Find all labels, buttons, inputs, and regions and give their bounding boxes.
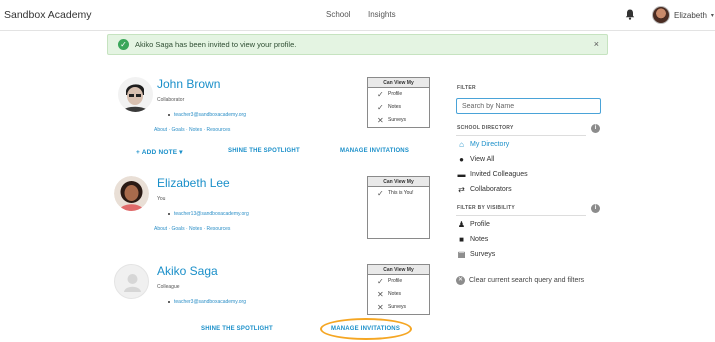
can-view-box: Can View My ✓ Profile ✕ Notes ✕ Surveys xyxy=(367,264,430,315)
user-avatar xyxy=(652,6,670,24)
sidebar-item-notes[interactable]: ■ Notes xyxy=(457,235,488,244)
can-view-label: Profile xyxy=(388,91,403,97)
info-icon[interactable]: i xyxy=(591,124,600,133)
can-view-row: ✓ Profile xyxy=(368,275,429,288)
can-view-label: Surveys xyxy=(388,304,407,310)
sidebar-item-my-directory[interactable]: ⌂ My Directory xyxy=(457,140,509,149)
x-icon: ✕ xyxy=(377,303,384,312)
bell-icon[interactable] xyxy=(625,9,635,20)
sidebar-item-view-all[interactable]: ● View All xyxy=(457,155,494,164)
person-name[interactable]: John Brown xyxy=(157,77,220,91)
bullet xyxy=(168,114,170,116)
can-view-label: Surveys xyxy=(388,117,407,123)
success-alert: ✓ Akiko Saga has been invited to view yo… xyxy=(107,34,608,55)
can-view-row: ✓ Notes xyxy=(368,101,429,114)
person-email[interactable]: teacher13@sandboxacademy.org xyxy=(174,211,249,217)
can-view-row: ✓ Profile xyxy=(368,88,429,101)
school-directory-label: SCHOOL DIRECTORY xyxy=(457,125,514,131)
sidebar-item-label: Notes xyxy=(470,236,489,243)
can-view-label: Notes xyxy=(388,104,402,110)
divider xyxy=(456,135,586,136)
person-links[interactable]: About · Goals · Notes · Resources xyxy=(154,127,230,133)
manage-invitations-button[interactable]: MANAGE INVITATIONS xyxy=(340,148,409,154)
sidebar-item-profile[interactable]: ♟ Profile xyxy=(457,220,490,229)
can-view-row: ✕ Surveys xyxy=(368,301,429,314)
can-view-header: Can View My xyxy=(368,177,429,187)
sidebar-item-label: Profile xyxy=(470,221,490,228)
sidebar-item-label: View All xyxy=(470,156,495,163)
check-icon: ✓ xyxy=(377,189,384,198)
shine-spotlight-button[interactable]: SHINE THE SPOTLIGHT xyxy=(201,326,273,332)
person-email[interactable]: teacher3@sandboxacademy.org xyxy=(174,299,246,305)
ticket-icon: ▬ xyxy=(457,170,466,179)
person-role: Colleague xyxy=(157,284,180,290)
person-links[interactable]: About · Goals · Notes · Resources xyxy=(154,226,230,232)
alert-message: Akiko Saga has been invited to view your… xyxy=(135,40,297,49)
person-icon: ♟ xyxy=(457,220,466,229)
avatar-photo xyxy=(118,77,153,112)
search-input[interactable] xyxy=(456,98,601,114)
folder-icon: ■ xyxy=(459,235,464,244)
globe-icon: ● xyxy=(459,155,464,164)
user-menu[interactable]: Elizabeth ▾ xyxy=(652,6,714,24)
can-view-row: ✕ Surveys xyxy=(368,114,429,127)
can-view-row: ✓ This is You! xyxy=(368,187,429,200)
sidebar-item-label: My Directory xyxy=(470,141,510,148)
top-navbar: Sandbox Academy School Insights Elizabet… xyxy=(0,0,715,31)
sidebar-item-surveys[interactable]: ▤ Surveys xyxy=(457,250,496,259)
divider xyxy=(456,215,586,216)
avatar[interactable] xyxy=(114,176,149,211)
can-view-box: Can View My ✓ This is You! xyxy=(367,176,430,239)
sidebar-item-collaborators[interactable]: ⇄ Collaborators xyxy=(457,185,512,194)
can-view-row: ✕ Notes xyxy=(368,288,429,301)
map-icon: ▤ xyxy=(457,250,466,259)
sidebar-item-label: Collaborators xyxy=(470,186,512,193)
chevron-down-icon: ▾ xyxy=(710,12,714,19)
shine-spotlight-button[interactable]: SHINE THE SPOTLIGHT xyxy=(228,148,300,154)
clear-filters-label: Clear current search query and filters xyxy=(469,277,585,284)
nav-school[interactable]: School xyxy=(326,10,350,19)
visibility-label: FILTER BY VISIBILITY xyxy=(457,205,516,211)
can-view-label: This is You! xyxy=(388,190,414,196)
x-icon: ✕ xyxy=(377,290,384,299)
manage-invitations-button[interactable]: MANAGE INVITATIONS xyxy=(331,326,400,332)
avatar-photo xyxy=(114,176,149,211)
check-circle-icon: ✓ xyxy=(118,39,129,50)
home-icon: ⌂ xyxy=(459,140,464,149)
person-placeholder-icon xyxy=(124,274,141,292)
clear-filters-button[interactable]: ✕ Clear current search query and filters xyxy=(456,276,584,285)
can-view-header: Can View My xyxy=(368,78,429,88)
user-name: Elizabeth xyxy=(674,10,707,20)
add-note-button[interactable]: + ADD NOTE ▾ xyxy=(136,148,183,156)
x-icon: ✕ xyxy=(377,116,384,125)
sidebar-item-label: Surveys xyxy=(470,251,496,258)
person-name[interactable]: Akiko Saga xyxy=(157,264,218,278)
info-icon[interactable]: i xyxy=(591,204,600,213)
avatar[interactable] xyxy=(118,77,153,112)
filter-label: FILTER xyxy=(457,85,476,91)
check-icon: ✓ xyxy=(377,277,384,286)
bullet xyxy=(168,213,170,215)
avatar[interactable] xyxy=(114,264,149,299)
person-name[interactable]: Elizabeth Lee xyxy=(157,176,230,190)
check-icon: ✓ xyxy=(377,90,384,99)
can-view-header: Can View My xyxy=(368,265,429,275)
can-view-label: Notes xyxy=(388,291,402,297)
close-circle-icon: ✕ xyxy=(456,276,465,285)
can-view-label: Profile xyxy=(388,278,403,284)
person-role: Collaborator xyxy=(157,97,185,103)
close-icon[interactable]: × xyxy=(594,39,599,49)
can-view-box: Can View My ✓ Profile ✓ Notes ✕ Surveys xyxy=(367,77,430,128)
bullet xyxy=(168,301,170,303)
person-role: You xyxy=(157,196,166,202)
sidebar-item-invited-colleagues[interactable]: ▬ Invited Colleagues xyxy=(457,170,528,179)
person-email[interactable]: teacher3@sandboxacademy.org xyxy=(174,112,246,118)
swap-icon: ⇄ xyxy=(458,185,465,194)
check-icon: ✓ xyxy=(377,103,384,112)
sidebar-item-label: Invited Colleagues xyxy=(470,171,528,178)
nav-insights[interactable]: Insights xyxy=(368,10,396,19)
brand-name[interactable]: Sandbox Academy xyxy=(4,9,92,21)
